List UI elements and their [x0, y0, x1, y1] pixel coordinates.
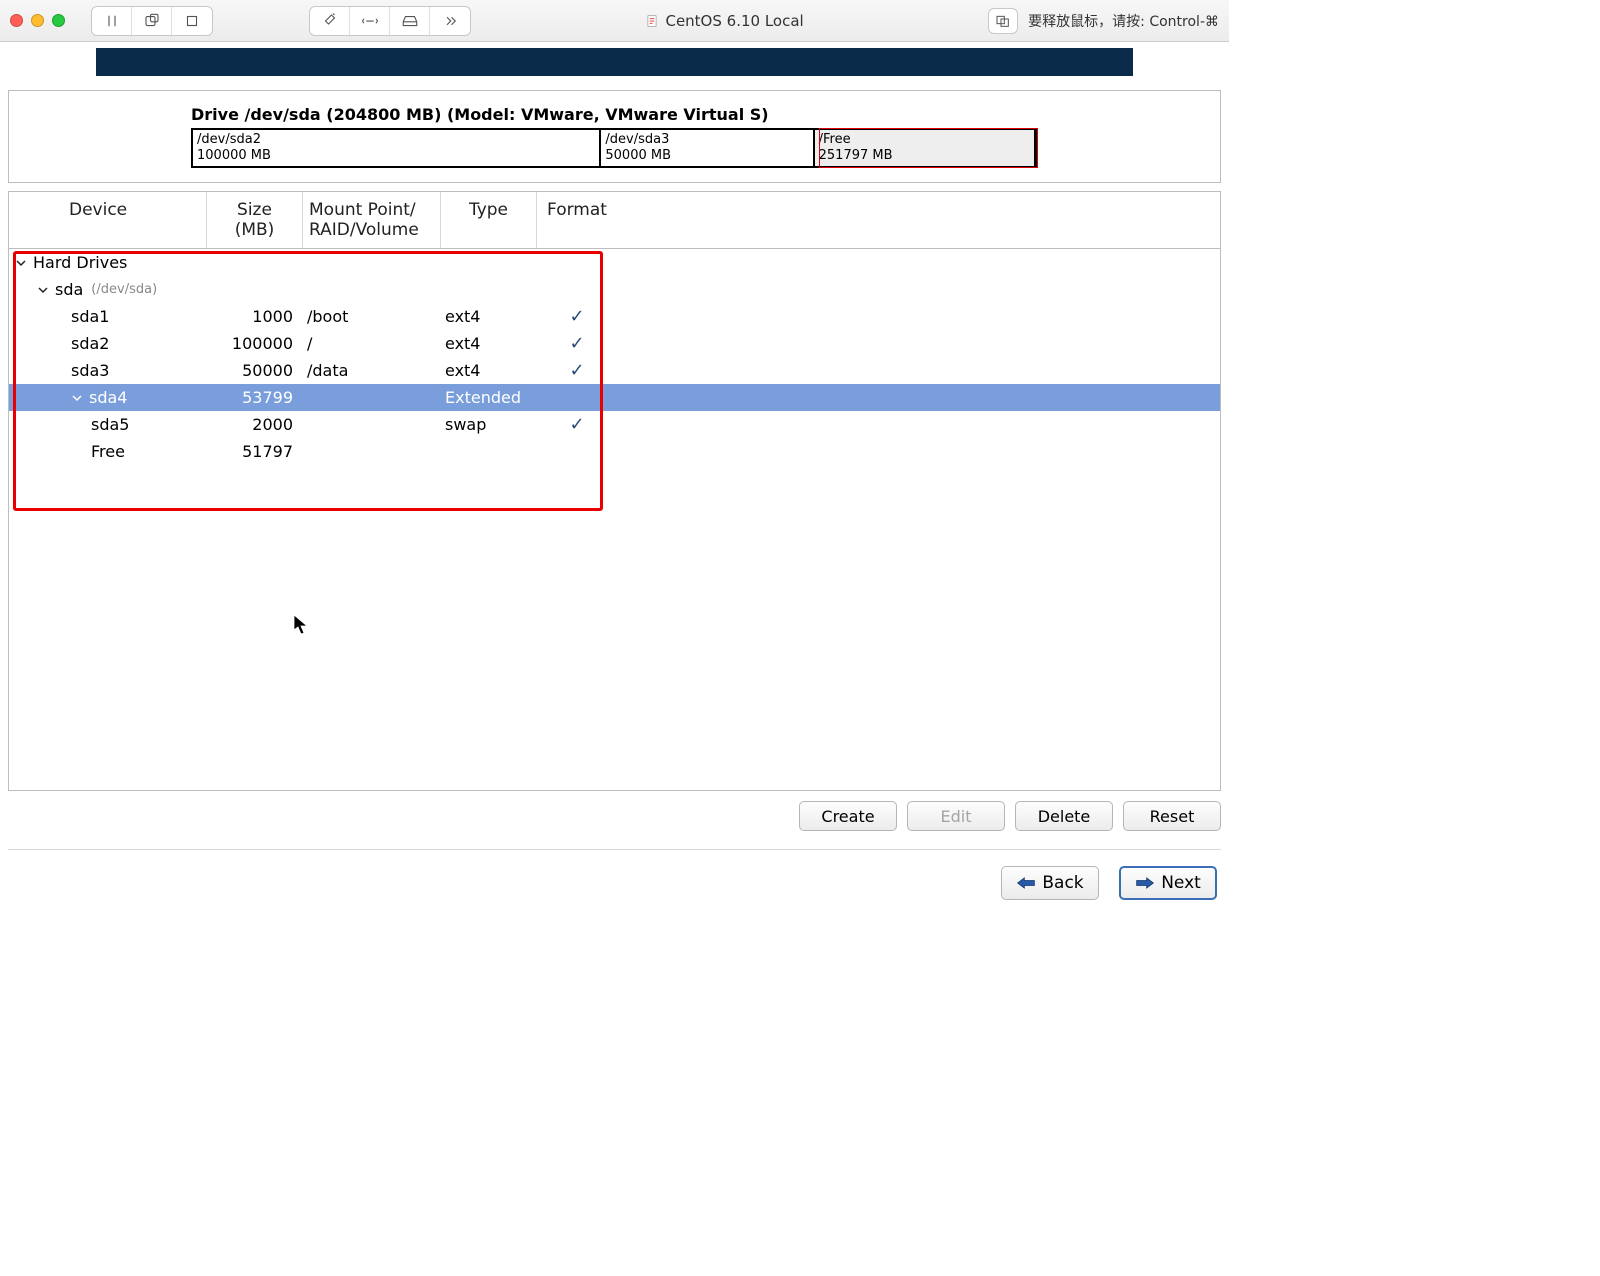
- partition-size: 50000: [207, 361, 303, 380]
- partition-name: Free: [91, 442, 125, 461]
- partition-mount: /boot: [303, 307, 441, 326]
- col-mount[interactable]: Mount Point/RAID/Volume: [303, 192, 441, 248]
- partition-buttons: Create Edit Delete Reset: [0, 791, 1229, 831]
- drive-block[interactable]: /dev/sda350000 MB: [601, 130, 814, 166]
- partition-format: ✓: [537, 306, 617, 327]
- partition-format: ✓: [537, 333, 617, 354]
- toolbar-group-1: [91, 6, 213, 36]
- col-device[interactable]: Device: [9, 192, 207, 248]
- back-button[interactable]: Back: [1001, 866, 1099, 900]
- partition-type: ext4: [441, 334, 537, 353]
- table-row[interactable]: sda2 100000/ext4✓: [9, 330, 1220, 357]
- partition-name: sda5: [91, 415, 129, 434]
- partition-name: sda2: [71, 334, 109, 353]
- partition-size: 2000: [207, 415, 303, 434]
- col-size[interactable]: Size(MB): [207, 192, 303, 248]
- partition-size: 53799: [207, 388, 303, 407]
- chevron-down-icon[interactable]: [37, 284, 51, 296]
- root-label: Hard Drives: [33, 253, 127, 272]
- tree-root[interactable]: Hard Drives: [9, 249, 1220, 276]
- table-row[interactable]: Free 51797: [9, 438, 1220, 465]
- table-row[interactable]: sda1 1000/bootext4✓: [9, 303, 1220, 330]
- partition-type: swap: [441, 415, 537, 434]
- more-icon[interactable]: [430, 7, 470, 35]
- windows-overview-button[interactable]: [988, 8, 1018, 34]
- table-header: Device Size(MB) Mount Point/RAID/Volume …: [9, 192, 1220, 249]
- drive-block[interactable]: /dev/sda2100000 MB: [193, 130, 601, 166]
- window-title: CentOS 6.10 Local: [479, 12, 970, 30]
- drive-panel: Drive /dev/sda (204800 MB) (Model: VMwar…: [8, 90, 1221, 183]
- create-button[interactable]: Create: [799, 801, 897, 831]
- disk-icon[interactable]: [390, 7, 430, 35]
- titlebar-right: 要释放鼠标，请按: Control-⌘: [988, 8, 1219, 34]
- arrow-left-icon: [1016, 875, 1036, 891]
- col-type[interactable]: Type: [441, 192, 537, 248]
- delete-button[interactable]: Delete: [1015, 801, 1113, 831]
- drive-map[interactable]: /dev/sda2100000 MB/dev/sda350000 MB/Free…: [191, 128, 1038, 168]
- chevron-down-icon[interactable]: [15, 257, 29, 269]
- reset-button[interactable]: Reset: [1123, 801, 1221, 831]
- stop-button[interactable]: [172, 7, 212, 35]
- toolbar-group-2: [309, 6, 471, 36]
- partition-name: sda3: [71, 361, 109, 380]
- partition-type: ext4: [441, 307, 537, 326]
- partition-size: 100000: [207, 334, 303, 353]
- col-format[interactable]: Format: [537, 192, 617, 248]
- edit-button: Edit: [907, 801, 1005, 831]
- partition-name: sda1: [71, 307, 109, 326]
- partition-name: sda4: [89, 388, 127, 407]
- drive-label: Drive /dev/sda (204800 MB) (Model: VMwar…: [191, 105, 1038, 124]
- settings-icon[interactable]: [310, 7, 350, 35]
- disk-label: sda: [55, 280, 83, 299]
- tree-disk[interactable]: sda (/dev/sda): [9, 276, 1220, 303]
- drive-block-free[interactable]: /Free251797 MB: [815, 130, 1036, 166]
- partition-type: ext4: [441, 361, 537, 380]
- release-hint: 要释放鼠标，请按: Control-⌘: [1028, 11, 1219, 31]
- close-window-button[interactable]: [10, 14, 23, 27]
- partition-format: ✓: [537, 414, 617, 435]
- partition-table: Device Size(MB) Mount Point/RAID/Volume …: [8, 191, 1221, 791]
- titlebar: CentOS 6.10 Local 要释放鼠标，请按: Control-⌘: [0, 0, 1229, 42]
- pause-button[interactable]: [92, 7, 132, 35]
- resize-icon[interactable]: [350, 7, 390, 35]
- table-row[interactable]: sda4 53799 Extended: [9, 384, 1220, 411]
- partition-format: ✓: [537, 360, 617, 381]
- arrow-right-icon: [1135, 875, 1155, 891]
- next-button[interactable]: Next: [1119, 866, 1217, 900]
- partition-type: Extended: [441, 388, 537, 407]
- snapshot-button[interactable]: [132, 7, 172, 35]
- table-body: Hard Drives sda (/dev/sda) sda1 1000/boot…: [9, 249, 1220, 790]
- table-row[interactable]: sda5 2000 swap✓: [9, 411, 1220, 438]
- partition-mount: /: [303, 334, 441, 353]
- partition-size: 51797: [207, 442, 303, 461]
- zoom-window-button[interactable]: [52, 14, 65, 27]
- chevron-down-icon[interactable]: [71, 392, 85, 404]
- partition-mount: /data: [303, 361, 441, 380]
- table-row[interactable]: sda3 50000/dataext4✓: [9, 357, 1220, 384]
- minimize-window-button[interactable]: [31, 14, 44, 27]
- window-controls: [10, 14, 65, 27]
- wizard-nav: Back Next: [0, 850, 1229, 900]
- vm-name: CentOS 6.10 Local: [665, 12, 803, 30]
- installer-banner: [96, 48, 1133, 76]
- document-icon: [645, 13, 659, 29]
- partition-size: 1000: [207, 307, 303, 326]
- disk-path: (/dev/sda): [91, 282, 157, 297]
